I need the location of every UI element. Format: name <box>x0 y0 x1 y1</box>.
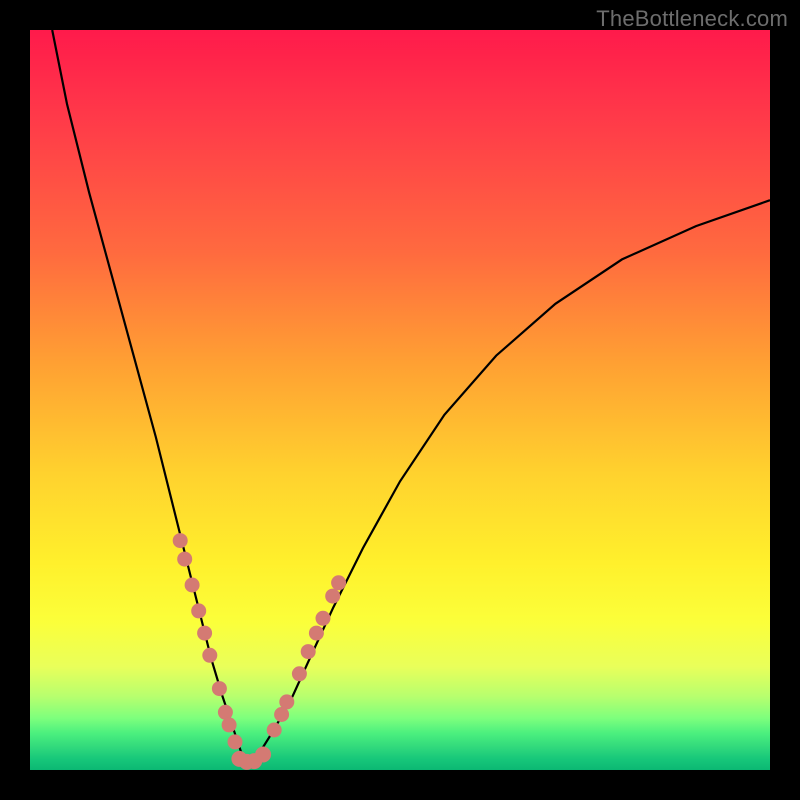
data-marker <box>191 603 206 618</box>
data-marker <box>309 626 324 641</box>
curve-svg <box>30 30 770 770</box>
markers-right <box>267 575 346 737</box>
data-marker <box>218 705 233 720</box>
data-marker <box>228 734 243 749</box>
data-marker <box>202 648 217 663</box>
data-marker <box>301 644 316 659</box>
data-marker <box>173 533 188 548</box>
bottleneck-curve <box>52 30 770 761</box>
chart-frame: TheBottleneck.com <box>0 0 800 800</box>
data-marker <box>212 681 227 696</box>
data-marker <box>292 666 307 681</box>
data-marker <box>316 611 331 626</box>
data-marker <box>222 717 237 732</box>
markers-bottom <box>231 747 271 770</box>
data-marker <box>255 747 271 763</box>
data-marker <box>331 575 346 590</box>
plot-area <box>30 30 770 770</box>
data-marker <box>279 694 294 709</box>
data-marker <box>185 578 200 593</box>
data-marker <box>267 723 282 738</box>
data-marker <box>325 589 340 604</box>
watermark-text: TheBottleneck.com <box>596 6 788 32</box>
data-marker <box>177 552 192 567</box>
data-marker <box>197 626 212 641</box>
